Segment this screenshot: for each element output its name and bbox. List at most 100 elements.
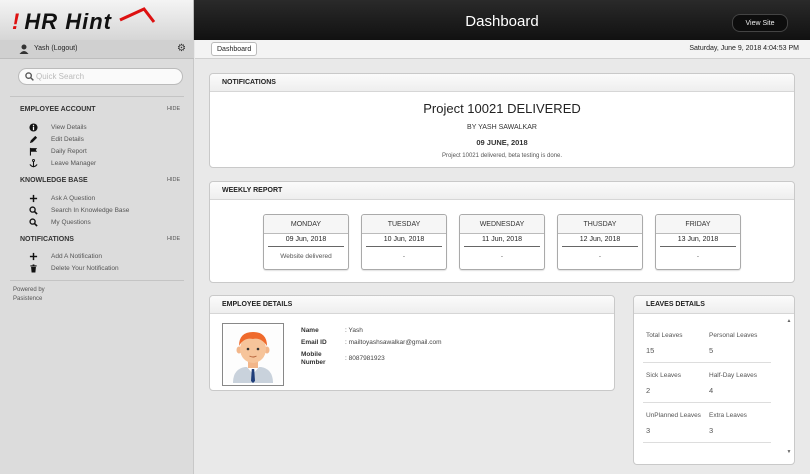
- divider: [643, 442, 771, 443]
- breadcrumb[interactable]: Dashboard: [211, 42, 258, 56]
- sidebar-item-label: Daily Report: [51, 148, 87, 155]
- panel-heading: LEAVES DETAILS: [634, 296, 794, 314]
- scrollbar[interactable]: ▲ ▼: [786, 318, 792, 455]
- divider: [643, 402, 771, 403]
- hide-knowledge-base-button[interactable]: HIDE: [167, 177, 180, 183]
- leave-label: Total Leaves: [646, 332, 683, 339]
- leave-value: 3: [709, 426, 714, 435]
- day-name: FRIDAY: [656, 215, 740, 234]
- day-date: 10 Jun, 2018: [366, 236, 442, 247]
- day-note: -: [402, 253, 406, 260]
- top-bar: ! HR Hint Dashboard View Site: [0, 0, 810, 40]
- sidebar-item-label: Search In Knowledge Base: [51, 207, 130, 214]
- day-card-tuesday: TUESDAY 10 Jun, 2018 -: [361, 214, 447, 270]
- gear-icon[interactable]: ⚙: [177, 43, 186, 54]
- sidebar-item-add-notification[interactable]: Add A Notification: [29, 252, 179, 263]
- day-name: WEDNESDAY: [460, 215, 544, 234]
- scroll-up-icon[interactable]: ▲: [786, 318, 792, 324]
- leaves-details-panel: LEAVES DETAILS Total Leaves 15 Personal …: [633, 295, 795, 465]
- sidebar-item-daily-report[interactable]: Daily Report: [29, 147, 179, 158]
- day-note: Website delivered: [280, 253, 332, 260]
- email-label: Email ID: [301, 339, 327, 346]
- day-date: 13 Jun, 2018: [660, 236, 736, 247]
- sidebar-item-label: My Questions: [51, 219, 91, 226]
- logout-link[interactable]: Yash (Logout): [34, 45, 77, 52]
- mobile-label-line1: Mobile: [301, 351, 322, 358]
- logo-text: HR Hint: [24, 9, 112, 34]
- divider: [643, 362, 771, 363]
- notification-date: 09 JUNE, 2018: [476, 138, 528, 147]
- hide-notifications-button[interactable]: HIDE: [167, 236, 180, 242]
- leave-label: UnPlanned Leaves: [646, 412, 701, 419]
- mobile-label: Mobile Number: [301, 351, 326, 367]
- panel-heading: EMPLOYEE DETAILS: [210, 296, 614, 314]
- day-name: THUSDAY: [558, 215, 642, 234]
- day-card-friday: FRIDAY 13 Jun, 2018 -: [655, 214, 741, 270]
- mobile-label-line2: Number: [301, 359, 326, 366]
- sidebar-item-delete-notification[interactable]: Delete Your Notification: [29, 264, 179, 275]
- powered-by: Powered by Pasistence: [13, 286, 45, 304]
- sidebar-item-view-details[interactable]: View Details: [29, 123, 179, 134]
- leave-total: Total Leaves 15: [646, 332, 704, 355]
- scroll-down-icon[interactable]: ▼: [786, 449, 792, 455]
- logo-swoosh-icon: [119, 7, 156, 23]
- leave-label: Extra Leaves: [709, 412, 747, 419]
- avatar-image: [225, 326, 281, 383]
- sidebar-item-label: View Details: [51, 124, 87, 131]
- employee-details-panel: EMPLOYEE DETAILS Name : Yash Email ID : …: [209, 295, 615, 391]
- mobile-value: : 8087981923: [345, 355, 385, 362]
- day-date: 11 Jun, 2018: [464, 236, 540, 247]
- search-icon: [25, 72, 34, 81]
- powered-by-company[interactable]: Pasistence: [13, 295, 45, 304]
- leave-value: 2: [646, 386, 651, 395]
- day-card-wednesday: WEDNESDAY 11 Jun, 2018 -: [459, 214, 545, 270]
- hide-employee-account-button[interactable]: HIDE: [167, 106, 180, 112]
- divider: [10, 280, 184, 281]
- flag-icon: [29, 147, 38, 156]
- leave-extra: Extra Leaves 3: [709, 412, 767, 435]
- search-icon: [29, 206, 38, 215]
- day-note: -: [598, 253, 602, 260]
- breadcrumb-bar: Dashboard Saturday, June 9, 2018 4:04:53…: [195, 40, 810, 59]
- logo[interactable]: ! HR Hint: [12, 9, 112, 35]
- leave-personal: Personal Leaves 5: [709, 332, 767, 355]
- logo-area[interactable]: ! HR Hint: [0, 0, 194, 40]
- name-value: : Yash: [345, 327, 363, 334]
- day-card-thursday: THUSDAY 12 Jun, 2018 -: [557, 214, 643, 270]
- panel-heading: NOTIFICATIONS: [210, 74, 794, 92]
- user-row: Yash (Logout) ⚙: [0, 40, 194, 59]
- info-icon: [29, 123, 38, 132]
- trash-icon: [30, 264, 37, 273]
- pencil-icon: [29, 135, 38, 144]
- sidebar-item-my-questions[interactable]: My Questions: [29, 218, 179, 229]
- powered-by-line: Powered by: [13, 287, 45, 293]
- notification-body: Project 10021 delivered, beta testing is…: [441, 153, 563, 159]
- leave-label: Personal Leaves: [709, 332, 758, 339]
- sidebar-item-label: Leave Manager: [51, 160, 97, 167]
- sidebar-item-ask-question[interactable]: Ask A Question: [29, 194, 179, 205]
- leave-sick: Sick Leaves 2: [646, 372, 704, 395]
- day-date: 12 Jun, 2018: [562, 236, 638, 247]
- leave-value: 4: [709, 386, 714, 395]
- sidebar-item-edit-details[interactable]: Edit Details: [29, 135, 179, 146]
- notification-author: BY YASH SAWALKAR: [467, 124, 537, 131]
- logo-exclamation: !: [12, 9, 21, 34]
- sidebar-item-leave-manager[interactable]: Leave Manager: [29, 159, 179, 170]
- current-datetime: Saturday, June 9, 2018 4:04:53 PM: [689, 45, 799, 52]
- search-icon: [29, 218, 38, 227]
- sidebar-item-label: Edit Details: [51, 136, 84, 143]
- sidebar-item-label: Delete Your Notification: [51, 265, 119, 272]
- sidebar-item-label: Add A Notification: [51, 253, 102, 260]
- weekly-report-panel: WEEKLY REPORT MONDAY 09 Jun, 2018 Websit…: [209, 181, 795, 283]
- plus-icon: [29, 252, 38, 261]
- name-label: Name: [301, 327, 319, 334]
- avatar: [222, 323, 284, 386]
- search-input[interactable]: [36, 72, 176, 81]
- employee-avatar-icon: [233, 332, 273, 383]
- view-site-button[interactable]: View Site: [732, 14, 788, 32]
- sidebar-item-search-knowledge-base[interactable]: Search In Knowledge Base: [29, 206, 179, 217]
- day-note: -: [500, 253, 504, 260]
- quick-search[interactable]: [18, 68, 183, 85]
- section-title-knowledge-base: KNOWLEDGE BASE: [20, 177, 88, 184]
- email-value: : mailtoyashsawalkar@gmail.com: [345, 339, 442, 346]
